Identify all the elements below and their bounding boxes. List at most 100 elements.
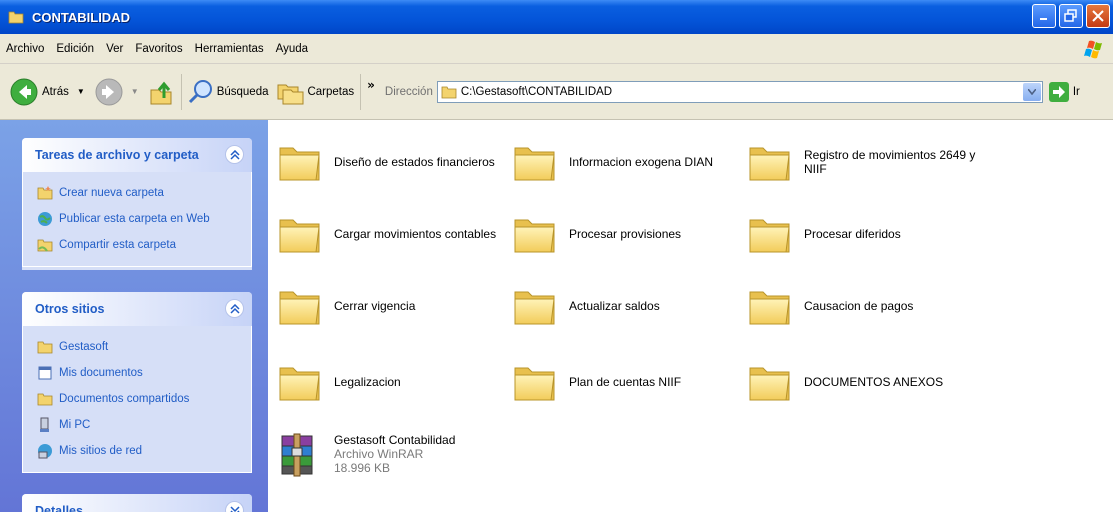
place-label: Documentos compartidos [59,393,190,405]
back-label: Atrás [42,85,69,98]
search-button[interactable]: Búsqueda [188,72,269,112]
task-share-folder[interactable]: Compartir esta carpeta [37,232,251,258]
folder-icon [746,282,794,330]
folder-icon [511,282,559,330]
menu-herramientas[interactable]: Herramientas [189,43,270,55]
file-name: Registro de movimientos 2649 y NIIF [804,148,976,176]
other-places-title: Otros sitios [35,302,105,316]
go-arrow-icon [1048,81,1069,102]
task-label: Compartir esta carpeta [59,239,176,251]
file-name: Diseño de estados financieros [334,155,495,169]
file-size: 18.996 KB [334,461,391,475]
close-icon [1092,10,1104,22]
menu-edicion[interactable]: Edición [50,43,100,55]
folder-item[interactable]: Cargar movimientos contables [276,206,506,262]
details-panel-title: Detalles [35,504,83,512]
go-label: Ir [1072,85,1080,98]
place-my-computer[interactable]: Mi PC [37,412,251,438]
file-name: Cerrar vigencia [334,299,416,313]
folder-item[interactable]: Informacion exogena DIAN [511,134,741,190]
network-places-icon [38,444,52,459]
collapse-button[interactable] [225,299,244,318]
restore-icon [1064,9,1077,22]
place-label: Gestasoft [59,341,109,353]
tasks-panel-header[interactable]: Tareas de archivo y carpeta [22,138,252,172]
task-new-folder[interactable]: Crear nueva carpeta [37,180,251,206]
file-name: DOCUMENTOS ANEXOS [804,375,944,389]
folder-item[interactable]: Cerrar vigencia [276,278,506,334]
tasks-panel: Tareas de archivo y carpeta Crear nueva … [22,138,252,270]
forward-arrow-icon [95,78,123,105]
menu-archivo[interactable]: Archivo [0,43,50,55]
chevron-up-icon [229,303,240,314]
my-computer-icon [40,417,49,432]
address-dropdown-button[interactable] [1022,82,1041,101]
search-icon [188,79,212,103]
folder-icon [276,138,324,186]
search-label: Búsqueda [216,85,269,98]
close-button[interactable] [1086,4,1110,28]
menu-ayuda[interactable]: Ayuda [270,43,314,55]
details-panel-header[interactable]: Detalles [22,494,252,512]
place-label: Mis sitios de red [59,445,143,457]
folder-item[interactable]: Procesar provisiones [511,206,741,262]
toolbar: Atrás ▼ ▼ Búsqueda Carpetas » Dirección [0,64,1113,120]
place-shared-documents[interactable]: Documentos compartidos [37,386,251,412]
folder-icon [441,84,457,100]
folder-icon [511,210,559,258]
folder-item[interactable]: Legalizacion [276,354,506,410]
toolbar-more-button[interactable]: » [367,78,375,92]
menu-ver[interactable]: Ver [100,43,129,55]
up-folder-icon [150,81,172,104]
web-publish-icon [38,212,52,226]
expand-button[interactable] [225,501,244,512]
window-title: CONTABILIDAD [32,9,130,25]
chevron-down-icon [229,505,240,512]
details-panel: Detalles [22,494,252,512]
place-gestasoft[interactable]: Gestasoft [37,334,251,360]
address-input[interactable]: C:\Gestasoft\CONTABILIDAD [461,86,612,98]
place-label: Mis documentos [59,367,143,379]
title-bar[interactable]: CONTABILIDAD [0,0,1113,34]
address-bar[interactable]: C:\Gestasoft\CONTABILIDAD [436,80,1043,103]
folder-icon [511,138,559,186]
folder-item[interactable]: Causacion de pagos [746,278,976,334]
forward-button[interactable]: ▼ [95,72,139,112]
folder-icon [746,358,794,406]
go-button[interactable]: Ir [1048,81,1080,102]
menu-favoritos[interactable]: Favoritos [129,43,188,55]
folder-icon [511,358,559,406]
folder-icon [746,210,794,258]
chevron-up-icon [229,149,240,160]
folder-item[interactable]: DOCUMENTOS ANEXOS [746,354,976,410]
archive-details: Gestasoft Contabilidad Archivo WinRAR 18… [334,433,455,475]
collapse-button[interactable] [225,145,244,164]
archive-item[interactable]: Gestasoft Contabilidad Archivo WinRAR 18… [276,424,506,484]
place-network[interactable]: Mis sitios de red [37,438,251,464]
windows-logo-icon [1084,40,1102,59]
back-button[interactable]: Atrás ▼ [10,72,85,112]
restore-button[interactable] [1059,4,1083,28]
file-type: Archivo WinRAR [334,447,424,461]
folder-icon [746,138,794,186]
minimize-button[interactable] [1032,4,1056,28]
file-name: Actualizar saldos [569,299,660,313]
place-label: Mi PC [59,419,91,431]
folder-item[interactable]: Registro de movimientos 2649 y NIIF [746,134,1006,190]
folder-item[interactable]: Diseño de estados financieros [276,134,506,190]
forward-dropdown-icon[interactable]: ▼ [131,87,139,96]
file-name: Cargar movimientos contables [334,227,497,241]
file-name: Plan de cuentas NIIF [569,375,682,389]
folders-button[interactable]: Carpetas [276,72,354,112]
other-places-header[interactable]: Otros sitios [22,292,252,326]
folder-item[interactable]: Plan de cuentas NIIF [511,354,741,410]
up-folder-button[interactable] [149,72,175,112]
folder-item[interactable]: Actualizar saldos [511,278,741,334]
shared-documents-icon [37,391,53,407]
place-my-documents[interactable]: Mis documentos [37,360,251,386]
folder-icon [37,339,53,355]
task-publish-web[interactable]: Publicar esta carpeta en Web [37,206,251,232]
folder-item[interactable]: Procesar diferidos [746,206,976,262]
back-dropdown-icon[interactable]: ▼ [77,87,85,96]
file-name: Procesar diferidos [804,227,901,241]
